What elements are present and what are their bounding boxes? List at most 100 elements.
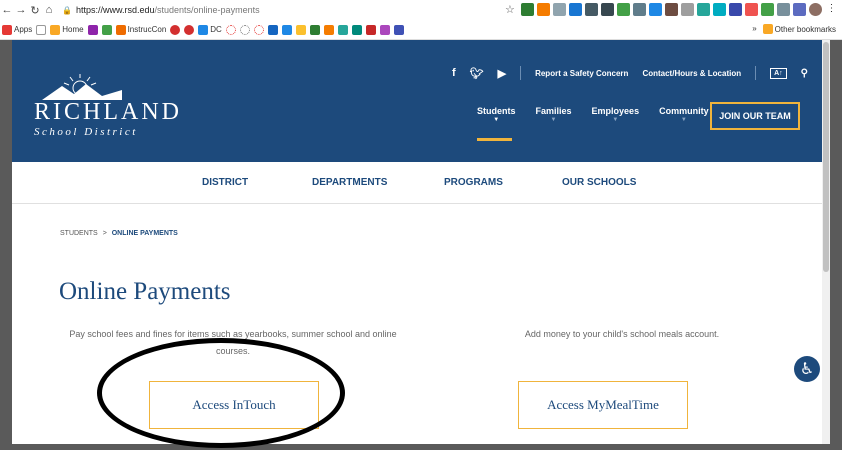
bookmark-item[interactable] [225,24,236,35]
contact-link[interactable]: Contact/Hours & Location [642,69,741,78]
nav-label: Community [659,106,709,116]
bookmark-item[interactable] [281,24,292,35]
reload-icon[interactable]: ↻ [28,4,42,17]
main-nav: Students ▼ Families ▼ Employees ▼ Community… [477,106,709,123]
nav-label: Families [535,106,572,116]
bookmark-item[interactable] [36,24,47,35]
nav-employees[interactable]: Employees ▼ [592,106,640,123]
subnav-programs[interactable]: PROGRAMS [444,177,503,188]
back-icon[interactable]: ← [0,4,14,16]
district-logo[interactable]: RICHLAND School District [34,72,182,138]
extension-icon[interactable] [777,3,790,16]
menu-icon[interactable]: ⋮ [825,3,838,16]
social-links: f 🐦︎ ▶ [452,67,506,80]
lock-icon: 🔒 [62,5,72,15]
youtube-icon[interactable]: ▶ [498,67,506,80]
bookmark-item[interactable] [337,24,348,35]
breadcrumb-current: ONLINE PAYMENTS [111,230,178,237]
bookmark-item[interactable] [323,24,334,35]
bookmark-item[interactable] [379,24,390,35]
browser-chrome: ← → ↻ ⌂ 🔒 https://www.rsd.edu/students/o… [0,0,842,40]
accessibility-icon[interactable]: ♿︎ [794,356,820,382]
extension-icon[interactable] [681,3,694,16]
chevron-down-icon: ▼ [612,117,619,123]
divider [520,66,522,80]
bookmark-item[interactable] [101,24,112,35]
bookmark-item[interactable] [365,24,376,35]
bookmark-item[interactable] [170,24,181,35]
bookmark-icon [184,24,195,35]
text-size-button[interactable]: A↑ [770,67,787,79]
bookmark-icon [267,24,278,35]
scrollbar[interactable] [822,40,830,444]
bookmark-icon [365,24,376,35]
extension-icon[interactable] [537,3,550,16]
extension-icon[interactable] [585,3,598,16]
bookmark-item[interactable] [253,24,264,35]
bookmark-item[interactable] [309,24,320,35]
active-nav-indicator [477,138,512,141]
facebook-icon[interactable]: f [452,67,456,80]
mymealtime-description: Add money to your child's school meals a… [524,329,720,339]
join-our-team-button[interactable]: JOIN OUR TEAM [710,102,800,130]
extension-icon[interactable] [665,3,678,16]
subnav-district[interactable]: DISTRICT [202,177,248,188]
extension-icon[interactable] [729,3,742,16]
subnav-our-schools[interactable]: OUR SCHOOLS [562,177,636,188]
breadcrumb-parent[interactable]: STUDENTS [60,230,98,237]
bookmark-item[interactable] [239,24,250,35]
bookmark-label: Apps [14,25,33,34]
search-icon[interactable]: ⚲ [801,68,808,79]
extension-icon[interactable] [697,3,710,16]
nav-students[interactable]: Students ▼ [477,106,516,123]
nav-families[interactable]: Families ▼ [536,106,572,123]
other-bookmarks[interactable]: Other bookmarks [762,24,836,34]
scrollbar-thumb[interactable] [823,42,829,272]
utility-bar: f 🐦︎ ▶ Report a Safety Concern Contact/H… [452,66,808,80]
extension-icon[interactable] [601,3,614,16]
bookmark-home[interactable]: Home [50,24,84,35]
forward-icon[interactable]: → [14,4,28,16]
extension-icon[interactable] [553,3,566,16]
bookmark-item[interactable] [184,24,195,35]
secondary-nav: DISTRICT DEPARTMENTS PROGRAMS OUR SCHOOL… [12,162,830,204]
url-host: https://www.rsd.edu [75,5,155,15]
access-mymealtime-button[interactable]: Access MyMealTime [518,381,688,429]
bookmark-dc[interactable]: DC [198,24,222,35]
other-bookmarks-label: Other bookmarks [774,24,836,34]
screenshot-frame: ← → ↻ ⌂ 🔒 https://www.rsd.edu/students/o… [0,0,842,450]
extension-icon[interactable] [649,3,662,16]
extension-icon[interactable] [745,3,758,16]
bookmark-item[interactable] [295,24,306,35]
bookmark-item[interactable] [393,24,404,35]
extension-icon[interactable] [793,3,806,16]
address-bar[interactable]: 🔒 https://www.rsd.edu/students/online-pa… [62,5,260,15]
bookmark-item[interactable] [267,24,278,35]
star-icon[interactable]: ☆ [505,3,518,16]
extension-icon[interactable] [713,3,726,16]
profile-avatar-icon[interactable] [809,3,822,16]
extension-icon[interactable] [569,3,582,16]
bookmark-item[interactable] [351,24,362,35]
bookmark-icon [225,24,236,35]
home-icon[interactable]: ⌂ [42,4,56,16]
site-header: RICHLAND School District f 🐦︎ ▶ Report a… [12,40,830,162]
logo-name: RICHLAND [34,99,182,125]
page-title: Online Payments [59,278,231,305]
report-safety-link[interactable]: Report a Safety Concern [535,69,628,78]
subnav-departments[interactable]: DEPARTMENTS [312,177,387,188]
extension-icon[interactable] [633,3,646,16]
extension-icon[interactable] [761,3,774,16]
divider [755,66,757,80]
twitter-icon[interactable]: 🐦︎ [470,67,484,80]
nav-community[interactable]: Community ▼ [659,106,709,123]
more-bookmarks-icon[interactable]: » [752,24,756,34]
extension-icon[interactable] [617,3,630,16]
bookmark-item[interactable] [87,24,98,35]
bookmark-instruccon[interactable]: InstrucCon [115,24,166,35]
bookmark-label: Home [62,25,84,34]
bookmark-apps[interactable]: Apps [2,24,33,35]
url-path: /students/online-payments [154,5,260,15]
extension-icon[interactable] [521,3,534,16]
annotation-circle [97,338,345,448]
